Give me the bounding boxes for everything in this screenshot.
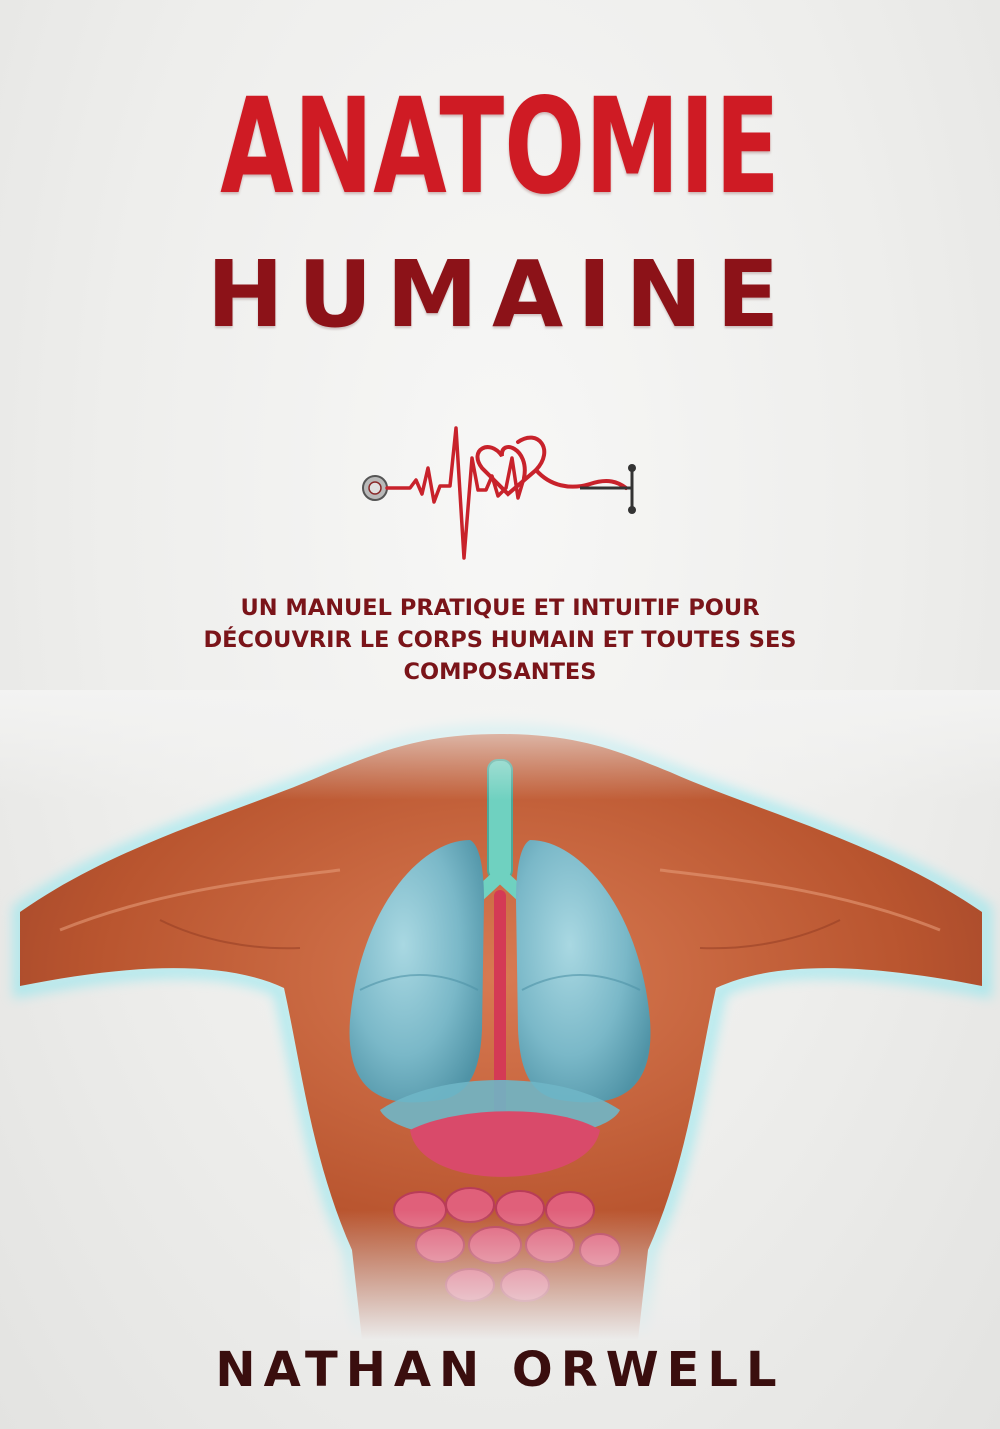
subtitle: UN MANUEL PRATIQUE ET INTUITIF POUR DÉCO… — [140, 592, 860, 688]
subtitle-line-1: UN MANUEL PRATIQUE ET INTUITIF POUR — [240, 595, 760, 621]
book-cover: ANATOMIE HUMAINE UN MANUEL PRATIQUE ET I… — [0, 0, 1000, 1429]
title-humaine: HUMAINE — [206, 241, 794, 348]
title-anatomie: ANATOMIE — [220, 70, 780, 224]
subtitle-line-3: COMPOSANTES — [403, 659, 597, 685]
human-torso-anatomy-illustration — [0, 690, 1000, 1340]
stethoscope-heartbeat-icon — [362, 426, 636, 560]
subtitle-line-2: DÉCOUVRIR LE CORPS HUMAIN ET TOUTES SES — [203, 627, 797, 653]
author-name: NATHAN ORWELL — [215, 1342, 785, 1398]
